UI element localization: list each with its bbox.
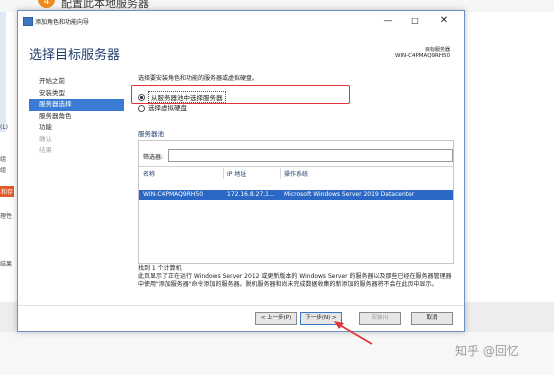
add-roles-wizard-dialog: 添加角色和功能向导 — □ ✕ 选择目标服务器 目标服务器 WIN-C4PMAQ… <box>17 10 465 332</box>
nav-item-installation-type[interactable]: 安装类型 <box>29 88 124 100</box>
nav-item-before-you-begin[interactable]: 开始之前 <box>29 76 124 88</box>
column-divider <box>280 168 281 179</box>
column-header-ip[interactable]: IP 地址 <box>227 169 246 178</box>
background-fragment: 组 <box>0 156 7 163</box>
background-fragment: 结果 <box>0 261 13 268</box>
watermark: 知乎 @回忆 <box>455 344 519 358</box>
background-fragment: (L) <box>0 124 9 131</box>
close-button[interactable]: ✕ <box>431 14 457 28</box>
filter-input[interactable] <box>168 149 453 162</box>
column-header-name[interactable]: 名称 <box>143 169 155 178</box>
server-pool-panel: 筛选器: 名称 IP 地址 操作系统 WIN-C4PMAQ9RH50 172.1… <box>138 140 454 264</box>
cell-name: WIN-C4PMAQ9RH50 <box>143 191 204 198</box>
maximize-button[interactable]: □ <box>402 14 428 28</box>
filter-label: 筛选器: <box>143 154 164 161</box>
background-right-panel <box>463 12 554 302</box>
destination-server-value: WIN-C4PMAQ9RH50 <box>394 53 450 59</box>
radio-vhd[interactable] <box>138 104 145 112</box>
nav-item-server-selection[interactable]: 服务器选择 <box>29 99 124 111</box>
cell-os: Microsoft Windows Server 2019 Datacenter <box>284 191 415 198</box>
step-badge: 4 <box>38 0 55 8</box>
title-bar[interactable]: 添加角色和功能向导 — □ ✕ <box>18 11 464 31</box>
description-text: 此页显示了正在运行 Windows Server 2012 或更新版本的 Win… <box>138 273 452 288</box>
minimize-button[interactable]: — <box>375 14 401 28</box>
column-header-os[interactable]: 操作系统 <box>284 169 308 178</box>
background-fragment: 理性 <box>0 213 13 220</box>
window-title: 添加角色和功能向导 <box>35 19 90 26</box>
column-divider <box>223 168 224 179</box>
background-left-accent <box>0 12 6 132</box>
option-vhd-label[interactable]: 选择虚拟硬盘 <box>148 104 187 112</box>
wizard-nav: 开始之前 安装类型 服务器选择 服务器角色 功能 确认 结果 <box>29 76 124 157</box>
nav-item-server-roles[interactable]: 服务器角色 <box>29 111 124 123</box>
page-title: 选择目标服务器 <box>29 48 121 63</box>
annotation-arrow-icon <box>334 321 373 345</box>
server-table: 名称 IP 地址 操作系统 WIN-C4PMAQ9RH50 172.16.8.2… <box>139 166 453 264</box>
annotation-highlight-box <box>131 85 350 104</box>
found-count: 找到 1 个计算机 <box>138 265 182 272</box>
table-row[interactable]: WIN-C4PMAQ9RH50 172.16.8.27,1... Microso… <box>139 190 453 200</box>
background-fragment: 组 <box>0 167 7 174</box>
app-icon <box>23 17 33 26</box>
nav-item-results: 结果 <box>39 146 52 154</box>
server-pool-label: 服务器池 <box>138 130 164 138</box>
background-fragment: 和存 <box>0 186 15 197</box>
cancel-button[interactable]: 取消 <box>411 312 453 325</box>
cell-ip: 172.16.8.27,1... <box>227 191 275 198</box>
nav-item-confirmation: 确认 <box>39 134 52 143</box>
previous-button[interactable]: < 上一步(P) <box>255 312 297 325</box>
nav-item-features[interactable]: 功能 <box>29 122 124 134</box>
instruction-text: 选择要安装角色和功能的服务器或虚拟硬盘。 <box>138 75 259 82</box>
destination-server-label: 目标服务器 <box>424 47 450 53</box>
footer-divider <box>18 305 464 306</box>
